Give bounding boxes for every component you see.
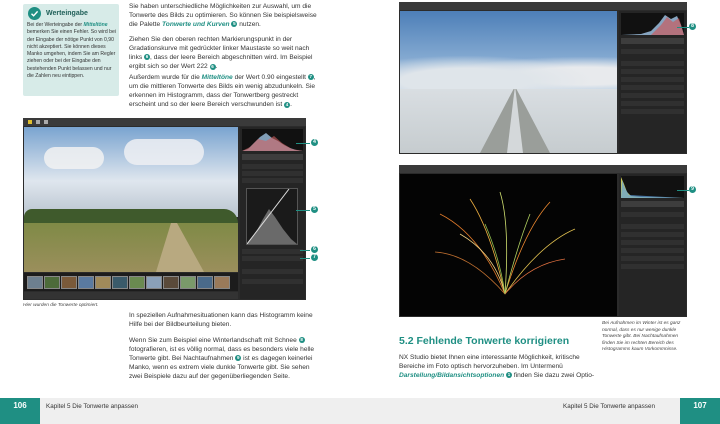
- fireworks-photo: [400, 174, 617, 316]
- tip-title: Werteingabe: [46, 10, 88, 17]
- toolbar: [399, 165, 687, 173]
- chapter-label-left: Kapitel 5 Die Tonwerte anpassen: [46, 403, 138, 410]
- paragraph-3: Außerdem wurde für die Mitteltöne der We…: [129, 74, 316, 109]
- status-bar: [24, 292, 238, 299]
- thumbnail[interactable]: [95, 276, 111, 289]
- thumbnail[interactable]: [197, 276, 213, 289]
- footer-right: [360, 398, 720, 424]
- callout-badge: 5: [231, 21, 238, 28]
- panel-row[interactable]: [621, 85, 684, 90]
- winter-photo: [400, 11, 617, 153]
- panel-row[interactable]: [242, 256, 303, 261]
- panel-row[interactable]: [242, 279, 303, 284]
- panel-row[interactable]: [621, 77, 684, 82]
- panel-row[interactable]: [242, 269, 303, 274]
- page-number-left: 106: [0, 398, 40, 424]
- panel-tab-bar[interactable]: [242, 154, 303, 160]
- panel-row[interactable]: [242, 178, 303, 183]
- tip-body: Bei der Werteingabe der Mitteltöne bemer…: [27, 22, 116, 80]
- paragraph-right-1: NX Studio bietet Ihnen eine interessante…: [399, 354, 595, 380]
- histogram-night: [621, 176, 684, 198]
- panel-row[interactable]: [621, 61, 684, 66]
- panel-tab-bar[interactable]: [621, 38, 684, 44]
- link-mitteltoene: Mitteltöne: [201, 74, 233, 81]
- thumbnail[interactable]: [129, 276, 145, 289]
- paragraph-5: Wenn Sie zum Beispiel eine Winterlandsch…: [129, 337, 315, 381]
- callout-marker: 8: [689, 23, 696, 30]
- section-heading: 5.2 Fehlende Tonwerte korrigieren: [399, 335, 570, 347]
- nx-studio-screenshot-night: [399, 165, 687, 317]
- thumbnail[interactable]: [61, 276, 77, 289]
- caption-left: Hier wurden die Tonwerte optimiert.: [23, 303, 99, 308]
- panel-row[interactable]: [621, 49, 684, 54]
- panel-row[interactable]: [621, 109, 684, 114]
- callout-marker: 5: [311, 206, 318, 213]
- toolbar-icon: [28, 120, 32, 124]
- thumbnail[interactable]: [146, 276, 162, 289]
- histogram-winter: [621, 13, 684, 35]
- callout-badge: 8: [298, 337, 305, 344]
- caption-right: Bei Aufnahmen im Winter ist es ganz norm…: [602, 321, 681, 353]
- panel-row[interactable]: [621, 256, 684, 261]
- callout-line: [300, 250, 310, 251]
- callout-line: [677, 190, 689, 191]
- thumbnail[interactable]: [112, 276, 128, 289]
- chapter-label-right: Kapitel 5 Die Tonwerte anpassen: [563, 403, 655, 410]
- panel-row[interactable]: [621, 212, 684, 217]
- panel-tab-bar[interactable]: [621, 201, 684, 207]
- panel-row[interactable]: [621, 264, 684, 269]
- toolbar: [23, 118, 306, 126]
- callout-marker: 7: [311, 254, 318, 261]
- thumbnail[interactable]: [44, 276, 60, 289]
- thumbnail[interactable]: [78, 276, 94, 289]
- callout-marker: 9: [689, 186, 696, 193]
- check-circle-icon: [28, 7, 41, 20]
- paragraph-4: In speziellen Aufnahmesituationen kann d…: [129, 312, 313, 329]
- toolbar-icon: [36, 120, 40, 124]
- panel-row[interactable]: [242, 164, 303, 169]
- callout-badge: 1: [506, 372, 512, 379]
- thumbnail[interactable]: [163, 276, 179, 289]
- thumbnail[interactable]: [180, 276, 196, 289]
- panel-row[interactable]: [621, 93, 684, 98]
- paragraph-2: Ziehen Sie den oberen rechten Markierung…: [129, 36, 313, 71]
- callout-line: [296, 143, 310, 144]
- callout-line: [677, 27, 689, 28]
- landscape-photo: [24, 127, 238, 272]
- callout-marker: 6: [311, 246, 318, 253]
- panel-row[interactable]: [621, 101, 684, 106]
- panel-row[interactable]: [621, 69, 684, 74]
- toolbar: [399, 2, 687, 10]
- tone-curve[interactable]: [246, 188, 298, 245]
- paragraph-1: Sie haben unterschiedliche Möglichkeiten…: [129, 3, 317, 29]
- thumbnail[interactable]: [214, 276, 230, 289]
- footer-left: [0, 398, 360, 424]
- page-number-right: 107: [680, 398, 720, 424]
- panel-row[interactable]: [242, 249, 303, 254]
- panel-row[interactable]: [621, 232, 684, 237]
- panel-row[interactable]: [621, 224, 684, 229]
- link-tonwerte-kurven[interactable]: Tonwerte und Kurven: [162, 21, 230, 28]
- nx-studio-screenshot-winter: [399, 2, 687, 154]
- thumbnail[interactable]: [27, 276, 43, 289]
- nx-studio-screenshot-left: [23, 118, 306, 300]
- callout-badge: 9: [235, 355, 242, 362]
- toolbar-icon: [44, 120, 48, 124]
- callout-marker: 4: [311, 139, 318, 146]
- panel-row[interactable]: [621, 240, 684, 245]
- callout-line: [300, 258, 310, 259]
- panel-row[interactable]: [621, 248, 684, 253]
- histogram: [242, 129, 303, 151]
- panel-row[interactable]: [242, 171, 303, 176]
- callout-line: [296, 210, 310, 211]
- link-darstellung[interactable]: Darstellung/Bildansichtsoptionen: [399, 372, 504, 379]
